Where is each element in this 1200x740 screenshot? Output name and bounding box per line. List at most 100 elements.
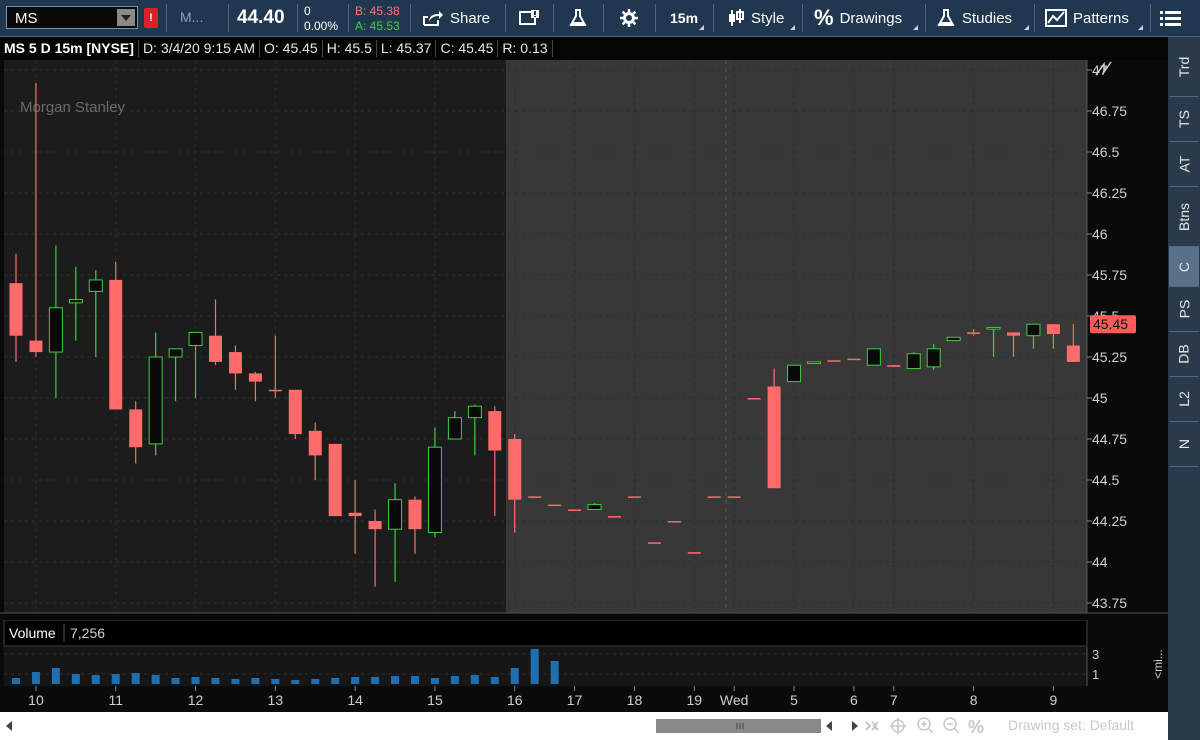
candle [608,516,621,518]
flask-studies-icon [937,9,955,26]
volume-bar [231,679,240,684]
price-tick-label: 45.75 [1092,267,1127,283]
volume-tick-label: 1 [1092,667,1099,682]
studies-button[interactable]: Studies [936,0,1031,36]
candle-body [787,364,802,383]
tab-l2[interactable]: L2 [1169,377,1199,422]
flask-button[interactable] [568,0,588,36]
candle-body [109,279,123,410]
tab-btns[interactable]: Btns [1169,187,1199,247]
candle-body [29,340,43,353]
style-button[interactable]: Style [727,0,797,36]
price-tick-label: 44.5 [1092,472,1119,488]
candle [568,509,582,512]
hamburger-menu-icon [1160,11,1181,26]
expand-icon[interactable] [865,721,879,731]
candle-body [528,496,542,498]
volume-chart[interactable]: Volume 7,256 3 1 <mi... [0,620,1168,686]
volume-bar [510,668,519,684]
patterns-button[interactable]: Patterns [1045,0,1145,36]
chart-info-strip: MS 5 D 15m [NYSE] D: 3/4/20 9:15 AM O: 4… [0,37,1168,60]
volume-bar [12,678,20,684]
candle-body [288,389,302,435]
candle-body [9,283,23,336]
candle-body [388,499,403,530]
tab-db[interactable]: DB [1169,332,1199,377]
time-tick-label: 18 [627,692,643,708]
candle [687,552,701,554]
candle-body [807,361,821,365]
price-tick-label: 43.75 [1092,595,1127,611]
candle-body [408,499,422,530]
time-tick-label: 9 [1050,692,1058,708]
scroll-left-icon[interactable] [6,721,12,731]
candle-body [667,521,681,523]
scroll-forward-icon[interactable] [852,721,858,731]
candle-body [248,373,262,382]
gear-icon [620,9,638,27]
scroll-thumb[interactable] [656,719,821,733]
zoom-in-icon[interactable] [917,717,934,734]
volume-title: Volume [9,625,56,641]
volume-bar [530,649,539,684]
candle [109,261,123,410]
drawing-set-selector[interactable]: Drawing set: Default [1008,717,1134,733]
tab-ps[interactable]: PS [1169,287,1199,332]
regular-hours-region [506,60,1087,613]
zoom-out-icon[interactable] [943,717,960,734]
bar-close: C: 45.45 [436,40,499,57]
candle [887,365,901,367]
percent-change: 0.00% [304,19,339,33]
candle-body [627,496,641,498]
candle-body [328,443,342,517]
candle-body [188,331,203,347]
candle [548,504,562,507]
percent-scale-icon[interactable]: % [968,717,984,737]
time-tick-label: Wed [720,692,749,708]
patterns-icon [1045,9,1067,27]
tab-c[interactable]: C [1169,247,1199,287]
candle-body [587,504,602,511]
candle [807,361,821,365]
volume-bar [550,661,559,684]
candle-body [906,353,921,369]
price-tick-label: 46 [1092,226,1108,242]
candle-body [48,307,63,353]
drawings-button[interactable]: % Drawings [814,0,920,36]
price-tick-label: 44 [1092,554,1108,570]
candle-body [1007,332,1020,336]
symbol-dropdown-icon[interactable] [117,9,135,26]
time-tick-label: 13 [268,692,284,708]
symbol-input[interactable]: MS [6,6,138,29]
candle-body [946,336,961,342]
crosshair-icon[interactable] [890,718,906,734]
interval-button[interactable]: 15m [670,0,706,36]
candle-body [568,509,582,512]
scroll-back-icon[interactable] [826,721,832,731]
menu-button[interactable] [1160,0,1182,36]
tab-trd[interactable]: Trd [1169,37,1199,97]
volume-bar [91,675,100,684]
volume-bar [251,678,260,684]
price-tick-label: 46.25 [1092,185,1127,201]
candle-body [168,348,183,358]
tab-ts[interactable]: TS [1169,97,1199,142]
tab-n[interactable]: N [1169,422,1199,467]
share-button[interactable]: Share [422,0,490,36]
snapshot-button[interactable] [518,0,540,36]
tab-at[interactable]: AT [1169,142,1199,187]
candle [866,348,881,366]
price-tick-label: 44.75 [1092,431,1127,447]
candle [827,360,841,362]
candle [906,352,921,369]
candle [627,496,641,498]
time-tick-label: 12 [188,692,204,708]
time-axis[interactable]: 10 11 12 13 14 15 16 17 18 19 Wed 5 6 7 8 9 [0,686,1168,712]
net-change: 0 [304,4,311,18]
settings-button[interactable] [619,0,639,36]
candle-body [847,358,861,361]
price-chart[interactable]: Morgan Stanley 4746.7546.546.254645.7545… [0,60,1168,620]
alert-icon[interactable]: ! [144,8,158,28]
candle-body [447,417,462,440]
volume-bar [331,678,340,684]
